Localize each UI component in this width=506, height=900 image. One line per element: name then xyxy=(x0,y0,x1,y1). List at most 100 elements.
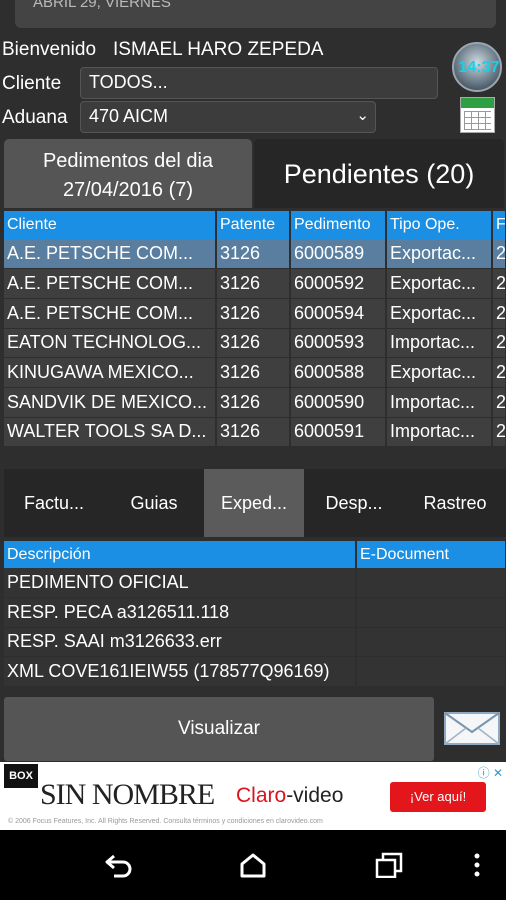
calendar-grid xyxy=(464,111,491,130)
tab-rastreo[interactable]: Rastreo xyxy=(404,469,506,537)
calendar-icon[interactable] xyxy=(460,97,495,133)
cell-patente: 3126 xyxy=(216,417,291,448)
cell-patente: 3126 xyxy=(216,387,291,418)
table-row[interactable]: EATON TECHNOLOG... 3126 6000593 Importac… xyxy=(4,328,506,359)
cell-cliente: A.E. PETSCHE COM... xyxy=(4,298,217,329)
tab-expediente[interactable]: Exped... xyxy=(204,469,304,537)
home-icon[interactable] xyxy=(238,852,268,878)
tab-guias[interactable]: Guias xyxy=(104,469,204,537)
cell-f: 2 xyxy=(492,387,506,418)
cell-tipo: Exportac... xyxy=(386,268,493,299)
cell-pedimento: 6000589 xyxy=(290,239,387,270)
cell-cliente: EATON TECHNOLOG... xyxy=(4,328,217,359)
aduana-value: 470 AICM xyxy=(89,106,169,126)
cell-descripcion: RESP. SAAI m3126633.err xyxy=(4,627,357,657)
cliente-label: Cliente xyxy=(2,73,62,94)
user-name: ISMAEL HARO ZEPEDA xyxy=(113,39,324,60)
cell-patente: 3126 xyxy=(216,298,291,329)
android-nav-bar xyxy=(0,830,506,900)
cell-tipo: Exportac... xyxy=(386,298,493,329)
date-banner-text: ABRIL 29, VIERNES xyxy=(33,0,171,11)
back-icon[interactable] xyxy=(104,852,134,878)
tab-pendientes[interactable]: Pendientes (20) xyxy=(254,139,504,208)
cell-pedimento: 6000588 xyxy=(290,357,387,388)
cell-tipo: Importac... xyxy=(386,417,493,448)
cell-f: 2 xyxy=(492,417,506,448)
cell-f: 2 xyxy=(492,357,506,388)
cell-descripcion: RESP. PECA a3126511.118 xyxy=(4,597,357,628)
app-screen: ABRIL 29, VIERNES Bienvenido ISMAEL HARO… xyxy=(0,0,506,900)
cell-descripcion: PEDIMENTO OFICIAL xyxy=(4,568,357,598)
cell-patente: 3126 xyxy=(216,328,291,359)
aduana-label: Aduana xyxy=(2,107,68,128)
date-banner: ABRIL 29, VIERNES xyxy=(15,0,496,28)
ad-info-icon[interactable]: ⓘ ✕ xyxy=(467,764,503,780)
cell-tipo: Importac... xyxy=(386,328,493,359)
cell-cliente: WALTER TOOLS SA D... xyxy=(4,417,217,448)
cell-pedimento: 6000592 xyxy=(290,268,387,299)
table-row[interactable]: RESP. SAAI m3126633.err xyxy=(4,627,506,657)
table-row[interactable]: WALTER TOOLS SA D... 3126 6000591 Import… xyxy=(4,417,506,448)
table-row[interactable]: A.E. PETSCHE COM... 3126 6000592 Exporta… xyxy=(4,268,506,299)
ad-title: SIN NOMBRE xyxy=(40,778,215,811)
cell-tipo: Exportac... xyxy=(386,239,493,270)
mail-icon[interactable] xyxy=(444,712,500,745)
tab-day-line2: 27/04/2016 (7) xyxy=(62,179,194,201)
documents-table: Descripción E-Document PEDIMENTO OFICIAL… xyxy=(4,541,506,687)
column-header[interactable]: Cliente xyxy=(4,211,217,239)
aduana-select[interactable]: 470 AICM ⌄ xyxy=(80,101,376,133)
ad-brand-red: Claro xyxy=(236,784,287,807)
chevron-down-icon: ⌄ xyxy=(356,107,369,124)
table-header-row: Descripción E-Document xyxy=(4,541,506,568)
cell-pedimento: 6000590 xyxy=(290,387,387,418)
ad-brand-dark: -video xyxy=(286,784,344,807)
column-header[interactable]: Patente xyxy=(216,211,291,239)
table-row[interactable]: A.E. PETSCHE COM... 3126 6000594 Exporta… xyxy=(4,298,506,329)
cell-edocument xyxy=(356,656,506,687)
cell-edocument xyxy=(356,568,506,598)
table-row[interactable]: A.E. PETSCHE COM... 3126 6000589 Exporta… xyxy=(4,239,506,270)
clock-icon[interactable]: 14:37 xyxy=(452,42,502,92)
table-row[interactable]: KINUGAWA MEXICO... 3126 6000588 Exportac… xyxy=(4,357,506,388)
cell-pedimento: 6000591 xyxy=(290,417,387,448)
cell-pedimento: 6000594 xyxy=(290,298,387,329)
cell-pedimento: 6000593 xyxy=(290,328,387,359)
tab-despacho[interactable]: Desp... xyxy=(304,469,404,537)
table-row[interactable]: PEDIMENTO OFICIAL xyxy=(4,568,506,598)
table-row[interactable]: RESP. PECA a3126511.118 xyxy=(4,597,506,628)
cell-patente: 3126 xyxy=(216,239,291,270)
column-header[interactable]: Descripción xyxy=(4,541,357,568)
cliente-value: TODOS... xyxy=(89,72,168,92)
cell-f: 2 xyxy=(492,239,506,270)
clock-time: 14:37 xyxy=(458,59,500,76)
table-row[interactable]: XML COVE161IEIW55 (178577Q96169) xyxy=(4,656,506,687)
cell-edocument xyxy=(356,627,506,657)
cliente-field[interactable]: TODOS... xyxy=(80,67,438,99)
ad-cta-button[interactable]: ¡Ver aquí! xyxy=(390,782,486,812)
ad-legal-text: © 2006 Focus Features, Inc. All Rights R… xyxy=(8,818,323,825)
column-header[interactable]: Pedimento xyxy=(290,211,387,239)
column-header[interactable]: Tipo Ope. xyxy=(386,211,493,239)
recents-icon[interactable] xyxy=(374,852,404,878)
cell-cliente: A.E. PETSCHE COM... xyxy=(4,239,217,270)
tab-facturas[interactable]: Factu... xyxy=(4,469,104,537)
table-row[interactable]: SANDVIK DE MEXICO... 3126 6000590 Import… xyxy=(4,387,506,418)
tab-day-line1: Pedimentos del dia xyxy=(42,150,214,172)
welcome-label: Bienvenido xyxy=(2,39,97,60)
cell-tipo: Exportac... xyxy=(386,357,493,388)
ad-logo: BOX xyxy=(4,764,38,788)
cell-cliente: SANDVIK DE MEXICO... xyxy=(4,387,217,418)
tab-pedimentos-del-dia[interactable]: Pedimentos del dia 27/04/2016 (7) xyxy=(4,139,252,208)
ad-banner[interactable]: BOX SIN NOMBRE Claro-video ¡Ver aquí! ⓘ … xyxy=(0,762,506,830)
cell-cliente: A.E. PETSCHE COM... xyxy=(4,268,217,299)
cell-patente: 3126 xyxy=(216,357,291,388)
overflow-menu-icon[interactable] xyxy=(468,852,486,878)
visualizar-button[interactable]: Visualizar xyxy=(4,697,434,761)
cell-f: 2 xyxy=(492,268,506,299)
cell-edocument xyxy=(356,597,506,628)
column-header[interactable]: F xyxy=(492,211,506,239)
cell-cliente: KINUGAWA MEXICO... xyxy=(4,357,217,388)
column-header[interactable]: E-Document xyxy=(356,541,506,568)
pedimentos-table: Cliente Patente Pedimento Tipo Ope. F A.… xyxy=(4,211,506,448)
cell-patente: 3126 xyxy=(216,268,291,299)
